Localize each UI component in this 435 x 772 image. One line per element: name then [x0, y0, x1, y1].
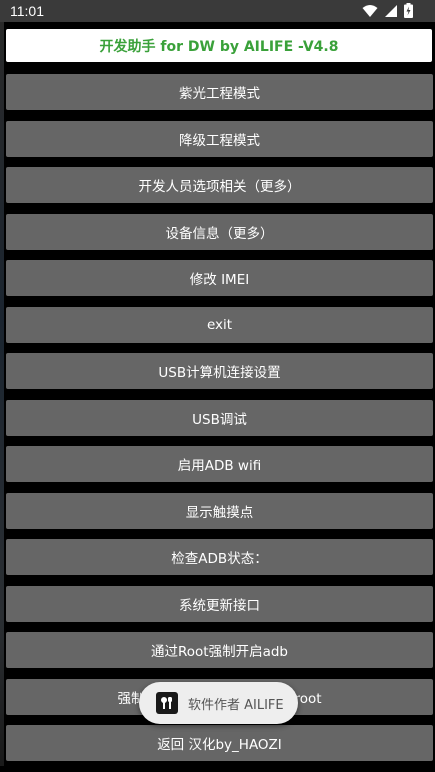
button-purple-engineering-mode[interactable]: 紫光工程模式 — [6, 74, 433, 110]
button-developer-options[interactable]: 开发人员选项相关（更多） — [6, 167, 433, 203]
button-list: 紫光工程模式 降级工程模式 开发人员选项相关（更多） 设备信息（更多） 修改 I… — [6, 74, 433, 772]
status-bar: 11:01 — [0, 0, 435, 22]
button-downgrade-engineering-mode[interactable]: 降级工程模式 — [6, 120, 433, 157]
toast: 软件作者 AILIFE — [139, 682, 298, 724]
button-device-info[interactable]: 设备信息（更多） — [6, 213, 433, 250]
button-usb-debugging[interactable]: USB调试 — [6, 399, 433, 436]
button-show-touches[interactable]: 显示触摸点 — [6, 492, 433, 529]
app-title: 开发助手 for DW by AILIFE -V4.8 — [6, 29, 432, 62]
signal-icon — [384, 3, 398, 22]
battery-icon — [404, 3, 413, 22]
button-enable-adb-wifi[interactable]: 启用ADB wifi — [6, 446, 433, 482]
button-exit[interactable]: exit — [6, 306, 433, 343]
button-root-enable-adb[interactable]: 通过Root强制开启adb — [6, 632, 433, 668]
app-icon — [156, 692, 178, 714]
button-usb-connection-settings[interactable]: USB计算机连接设置 — [6, 353, 433, 389]
toast-text: 软件作者 AILIFE — [188, 697, 284, 713]
button-check-adb-status[interactable]: 检查ADB状态： — [6, 539, 433, 575]
button-system-update[interactable]: 系统更新接口 — [6, 585, 433, 622]
background-strip — [0, 22, 4, 766]
wifi-icon — [362, 3, 378, 22]
status-time: 11:01 — [10, 3, 44, 19]
button-back[interactable]: 返回 汉化by_HAOZI — [6, 725, 433, 761]
button-modify-imei[interactable]: 修改 IMEI — [6, 260, 433, 296]
status-icons — [362, 3, 413, 22]
